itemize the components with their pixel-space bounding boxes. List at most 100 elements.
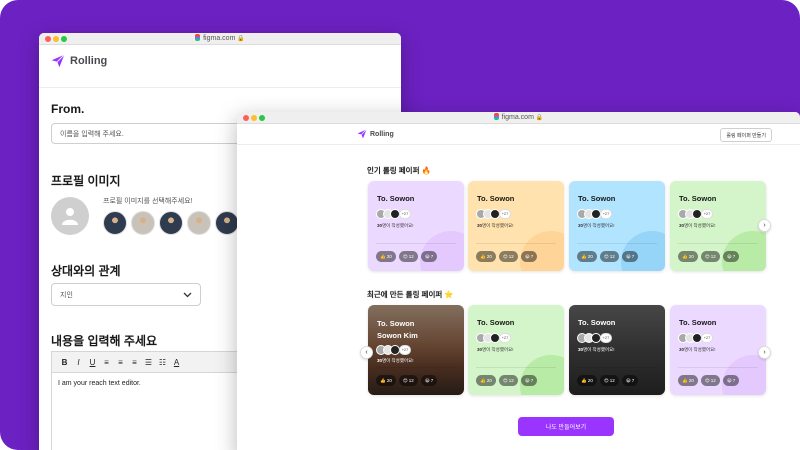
paper-plane-icon — [51, 54, 65, 68]
reaction-badge: 😍 12 — [599, 251, 619, 262]
card-divider — [678, 367, 758, 368]
writer-count: 30명이 작성했어요! — [578, 223, 615, 229]
recent-section-title: 최근에 만든 롤링 페이퍼 ⭐️ — [367, 290, 454, 299]
reaction-list: 👍 20 😍 12 😀 7 — [577, 375, 639, 386]
align-left-button[interactable]: ≡ — [102, 358, 111, 367]
reaction-badge: 😍 12 — [700, 375, 720, 386]
writer-count: 30명이 작성했어요! — [679, 223, 716, 229]
lock-icon: 🔒 — [535, 115, 544, 121]
next-arrow-button[interactable]: › — [758, 219, 771, 232]
profile-option[interactable] — [159, 211, 183, 235]
writer-count: 30명이 작성했어요! — [477, 347, 514, 353]
reaction-badge: 😍 12 — [700, 251, 720, 262]
underline-button[interactable]: U — [88, 358, 97, 367]
rolling-paper-card[interactable]: To. Sowon +27 30명이 작성했어요! 👍 20 😍 12 😀 7 — [368, 181, 464, 271]
card-recipient: To. Sowon — [578, 318, 616, 327]
writer-count-label: 명이 작성했어요! — [583, 347, 615, 352]
profile-option[interactable] — [215, 211, 239, 235]
rolling-paper-card[interactable]: To. Sowon +27 30명이 작성했어요! 👍 20 😍 12 😀 7 — [670, 181, 766, 271]
reaction-list: 👍 20 😍 12 😀 7 — [476, 251, 538, 262]
list-page-window: figma.com 🔒 Rolling 롤링 페이퍼 만들기 인기 롤링 페이퍼 … — [237, 112, 800, 450]
reaction-badge: 😀 7 — [722, 375, 740, 386]
card-recipient: To. Sowon — [679, 194, 717, 203]
rolling-paper-card[interactable]: To. Sowon Sowon Kim +27 30명이 작성했어요! 👍 20 😍 12… — [368, 305, 464, 395]
writer-count-label: 명이 작성했어요! — [482, 223, 514, 228]
figma-icon — [195, 34, 201, 41]
more-writers-badge: +27 — [701, 209, 713, 219]
card-recipient: To. Sowon — [377, 194, 415, 203]
writer-count: 30명이 작성했어요! — [377, 223, 414, 229]
default-avatar[interactable] — [51, 197, 89, 235]
writer-avatars: +27 — [376, 345, 411, 355]
rolling-paper-card[interactable]: To. Sowon +27 30명이 작성했어요! 👍 20 😍 12 😀 7 — [670, 305, 766, 395]
profile-option[interactable] — [131, 211, 155, 235]
lock-icon: 🔒 — [237, 36, 245, 42]
reaction-badge: 👍 20 — [577, 251, 597, 262]
bold-button[interactable]: B — [60, 358, 69, 367]
rolling-paper-card[interactable]: To. Sowon +27 30명이 작성했어요! 👍 20 😍 12 😀 7 — [468, 305, 564, 395]
more-writers-badge: +27 — [600, 209, 612, 219]
site-header: Rolling 롤링 페이퍼 만들기 — [237, 124, 800, 145]
reaction-list: 👍 20 😍 12 😀 7 — [577, 251, 639, 262]
bullet-list-button[interactable]: ☰ — [144, 358, 153, 367]
create-mine-button[interactable]: 나도 만들어보기 — [518, 417, 614, 436]
writer-count-label: 명이 작성했어요! — [382, 358, 414, 363]
reaction-badge: 😍 12 — [398, 251, 418, 262]
profile-options — [103, 211, 239, 235]
rolling-paper-card[interactable]: To. Sowon +27 30명이 작성했어요! 👍 20 😍 12 😀 7 — [569, 181, 665, 271]
card-divider — [376, 367, 456, 368]
reaction-badge: 😍 12 — [498, 375, 518, 386]
relation-select[interactable]: 지인 — [51, 283, 201, 306]
card-recipient-name: Sowon Kim — [377, 331, 418, 340]
more-writers-badge: +27 — [399, 209, 411, 219]
more-writers-badge: +27 — [600, 333, 612, 343]
card-divider — [476, 243, 556, 244]
rolling-paper-card[interactable]: To. Sowon +27 30명이 작성했어요! 👍 20 😍 12 😀 7 — [468, 181, 564, 271]
align-center-button[interactable]: ≡ — [116, 358, 125, 367]
card-recipient: To. Sowon Sowon Kim — [377, 318, 418, 342]
ordered-list-button[interactable]: ☷ — [158, 358, 167, 367]
align-right-button[interactable]: ≡ — [130, 358, 139, 367]
figma-icon — [493, 113, 499, 120]
logo-text: Rolling — [70, 55, 108, 67]
italic-button[interactable]: I — [74, 358, 83, 367]
profile-image-title: 프로필 이미지 — [51, 174, 121, 188]
url-bar[interactable]: figma.com 🔒 — [39, 34, 401, 44]
card-divider — [476, 367, 556, 368]
reaction-badge: 😍 12 — [498, 251, 518, 262]
url-bar[interactable]: figma.com 🔒 — [237, 113, 800, 123]
make-rolling-paper-button[interactable]: 롤링 페이퍼 만들기 — [720, 128, 772, 142]
relation-title: 상대와의 관계 — [51, 264, 121, 278]
card-divider — [376, 243, 456, 244]
person-icon — [62, 208, 78, 225]
profile-option[interactable] — [103, 211, 127, 235]
writer-avatars: +27 — [476, 333, 511, 343]
profile-hint: 프로필 이미지를 선택해주세요! — [103, 198, 193, 205]
url-text: figma.com — [203, 35, 236, 42]
rolling-logo[interactable]: Rolling — [357, 129, 394, 139]
writer-avatars: +27 — [577, 333, 612, 343]
card-recipient: To. Sowon — [679, 318, 717, 327]
profile-option[interactable] — [187, 211, 211, 235]
relation-value: 지인 — [60, 291, 73, 299]
rolling-paper-card[interactable]: To. Sowon +27 30명이 작성했어요! 👍 20 😍 12 😀 7 — [569, 305, 665, 395]
logo-text: Rolling — [370, 130, 394, 138]
reaction-list: 👍 20 😍 12 😀 7 — [678, 375, 740, 386]
text-color-button[interactable]: A — [172, 358, 181, 367]
card-recipient: To. Sowon — [477, 194, 515, 203]
reaction-badge: 👍 20 — [376, 251, 396, 262]
prev-arrow-button[interactable]: ‹ — [360, 346, 373, 359]
writer-count-label: 명이 작성했어요! — [482, 347, 514, 352]
reaction-badge: 😀 7 — [621, 375, 639, 386]
writer-count: 30명이 작성했어요! — [679, 347, 716, 353]
reaction-badge: 👍 20 — [476, 251, 496, 262]
writer-avatars: +27 — [376, 209, 411, 219]
writer-count: 30명이 작성했어요! — [377, 358, 414, 364]
reaction-badge: 😀 7 — [420, 375, 438, 386]
next-arrow-button[interactable]: › — [758, 346, 771, 359]
from-label: From. — [51, 102, 85, 116]
rolling-logo[interactable]: Rolling — [51, 54, 107, 68]
card-recipient: To. Sowon — [477, 318, 515, 327]
reaction-badge: 😍 12 — [599, 375, 619, 386]
reaction-badge: 😀 7 — [520, 251, 538, 262]
